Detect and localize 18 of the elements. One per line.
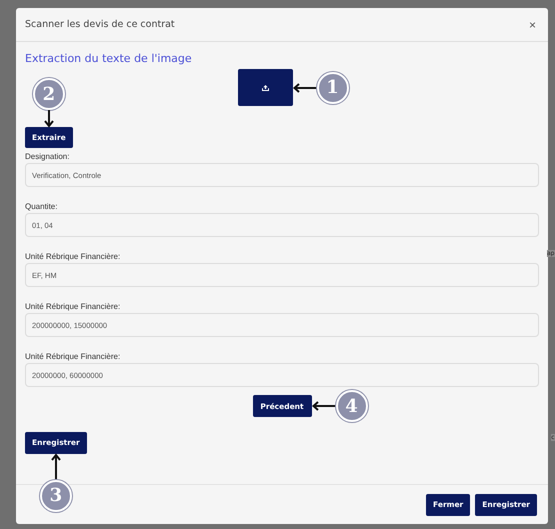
field-label: Quantite: <box>25 202 58 212</box>
field-label: Unité Rébrique Financière: <box>25 302 122 312</box>
close-button[interactable]: × <box>528 18 536 32</box>
field-label: Designation: <box>25 152 70 162</box>
pointer-arrow <box>44 110 54 127</box>
pointer-arrow <box>292 82 316 92</box>
field-label: Unité Rébrique Financière: <box>25 252 122 262</box>
field-label: Unité Rébrique Financière: <box>25 352 122 362</box>
step-number-badge: 3 <box>40 480 72 512</box>
modal-title: Scanner les devis de ce contrat <box>25 19 175 30</box>
step-number-badge: 1 <box>316 72 348 104</box>
pointer-arrow <box>312 401 336 411</box>
upload-button[interactable] <box>238 69 292 106</box>
pointer-arrow <box>50 454 61 480</box>
step-number-badge: 4 <box>336 390 368 422</box>
section-heading: Extraction du texte de l'image <box>25 51 193 67</box>
step-number-badge: 2 <box>32 78 65 110</box>
upload-icon <box>262 84 268 90</box>
